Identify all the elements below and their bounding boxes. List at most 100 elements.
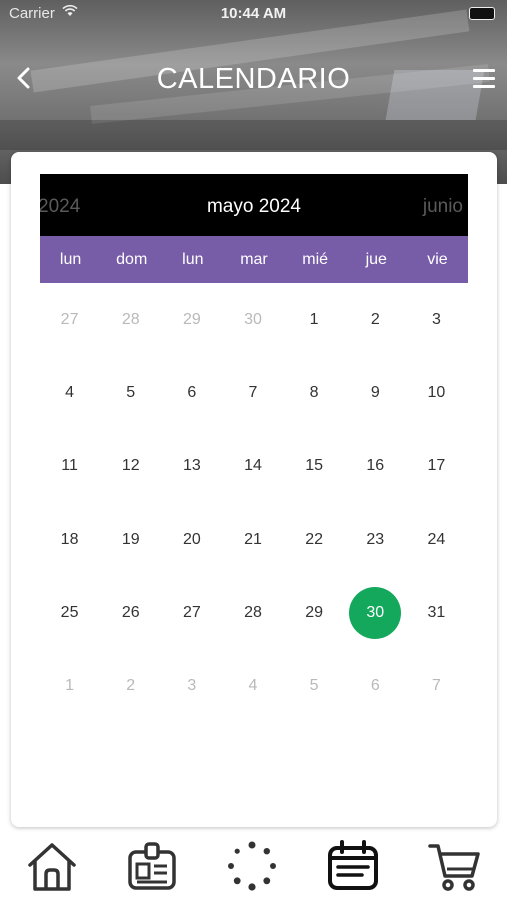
day-number: 9 bbox=[370, 383, 380, 401]
status-bar: Carrier 10:44 AM bbox=[0, 0, 507, 28]
day-cell[interactable]: 28 bbox=[100, 283, 161, 356]
day-cell[interactable]: 28 bbox=[222, 576, 283, 649]
day-cell[interactable]: 20 bbox=[161, 503, 222, 576]
calendar-week-row: 18 19 20 21 22 23 24 bbox=[39, 503, 467, 576]
day-cell[interactable]: 4 bbox=[39, 356, 100, 429]
day-cell[interactable]: 9 bbox=[345, 356, 406, 429]
weekday-label: vie bbox=[427, 251, 448, 268]
calendar-week-row: 25 26 27 28 29 30 31 bbox=[39, 576, 467, 649]
day-cell[interactable]: 29 bbox=[161, 283, 222, 356]
day-number: 7 bbox=[431, 677, 441, 695]
calendar-week-row: 27 28 29 30 1 2 3 bbox=[39, 283, 467, 356]
tab-cart[interactable] bbox=[424, 838, 484, 894]
day-number: 12 bbox=[121, 457, 140, 475]
weekday-label: jue bbox=[365, 251, 387, 268]
day-cell[interactable]: 14 bbox=[222, 430, 283, 503]
day-cell[interactable]: 8 bbox=[284, 356, 345, 429]
day-cell[interactable]: 1 bbox=[39, 649, 100, 722]
day-number: 26 bbox=[121, 603, 140, 621]
day-number: 4 bbox=[248, 677, 258, 695]
day-number: 20 bbox=[182, 530, 201, 548]
selected-day-cell[interactable]: 30 bbox=[345, 576, 406, 649]
day-number: 5 bbox=[309, 677, 319, 695]
menu-button[interactable] bbox=[473, 69, 495, 91]
day-number: 4 bbox=[65, 383, 75, 401]
day-cell[interactable]: 3 bbox=[406, 283, 467, 356]
day-cell[interactable]: 5 bbox=[100, 356, 161, 429]
day-grid: 27 28 29 30 1 2 3 4 5 6 7 8 9 10 11 12 13 14 15 16 17 18 19 20 2… bbox=[39, 283, 467, 723]
day-cell[interactable]: 2 bbox=[345, 283, 406, 356]
weekday-header: lun dom lun mar mié jue vie bbox=[40, 236, 468, 283]
battery-icon bbox=[469, 7, 495, 20]
day-number: 27 bbox=[182, 603, 201, 621]
day-cell[interactable]: 17 bbox=[406, 430, 467, 503]
tab-calendar[interactable] bbox=[323, 838, 383, 894]
day-number: 6 bbox=[370, 677, 380, 695]
day-number: 1 bbox=[65, 677, 75, 695]
day-cell[interactable]: 26 bbox=[100, 576, 161, 649]
day-cell[interactable]: 16 bbox=[345, 430, 406, 503]
day-cell[interactable]: 3 bbox=[161, 649, 222, 722]
page-title: CALENDARIO bbox=[156, 63, 351, 95]
id-card-icon bbox=[128, 842, 176, 890]
day-cell[interactable]: 31 bbox=[406, 576, 467, 649]
weekday-label: lun bbox=[59, 251, 82, 268]
day-cell[interactable]: 12 bbox=[100, 430, 161, 503]
day-cell[interactable]: 5 bbox=[284, 649, 345, 722]
day-cell[interactable]: 22 bbox=[284, 503, 345, 576]
day-cell[interactable]: 24 bbox=[406, 503, 467, 576]
day-number: 19 bbox=[121, 530, 140, 548]
next-month-button[interactable]: junio bbox=[423, 196, 463, 218]
day-cell[interactable]: 4 bbox=[222, 649, 283, 722]
day-cell[interactable]: 6 bbox=[161, 356, 222, 429]
tab-loading[interactable] bbox=[222, 838, 282, 894]
calendar-icon bbox=[328, 840, 378, 890]
day-cell[interactable]: 6 bbox=[345, 649, 406, 722]
day-cell[interactable]: 15 bbox=[284, 430, 345, 503]
day-cell[interactable]: 21 bbox=[222, 503, 283, 576]
day-number: 18 bbox=[60, 530, 79, 548]
cart-icon bbox=[428, 844, 480, 891]
day-number: 8 bbox=[309, 383, 319, 401]
day-cell[interactable]: 7 bbox=[222, 356, 283, 429]
day-number: 17 bbox=[427, 457, 446, 475]
day-number: 11 bbox=[61, 457, 78, 475]
calendar-week-row: 11 12 13 14 15 16 17 bbox=[39, 430, 467, 503]
day-number: 29 bbox=[305, 603, 324, 621]
day-cell[interactable]: 25 bbox=[39, 576, 100, 649]
day-number: 3 bbox=[431, 310, 441, 328]
weekday-label: mié bbox=[302, 251, 329, 268]
day-number: 23 bbox=[366, 530, 385, 548]
loading-dots-icon bbox=[228, 841, 276, 891]
day-number: 6 bbox=[187, 383, 197, 401]
day-cell[interactable]: 19 bbox=[100, 503, 161, 576]
day-number: 24 bbox=[427, 530, 446, 548]
day-cell[interactable]: 23 bbox=[345, 503, 406, 576]
day-number: 2 bbox=[370, 310, 380, 328]
day-number: 27 bbox=[60, 310, 79, 328]
month-header: 2024 mayo 2024 junio bbox=[40, 174, 468, 236]
tab-id-card[interactable] bbox=[122, 838, 182, 894]
day-number: 3 bbox=[187, 677, 197, 695]
day-cell[interactable]: 7 bbox=[406, 649, 467, 722]
day-number: 2 bbox=[126, 677, 136, 695]
day-cell[interactable]: 10 bbox=[406, 356, 467, 429]
day-cell[interactable]: 1 bbox=[284, 283, 345, 356]
day-cell[interactable]: 2 bbox=[100, 649, 161, 722]
day-cell[interactable]: 11 bbox=[39, 430, 100, 503]
day-cell[interactable]: 18 bbox=[39, 503, 100, 576]
day-number: 14 bbox=[244, 457, 262, 475]
weekday-label: lun bbox=[182, 251, 204, 268]
home-icon bbox=[28, 843, 76, 891]
tab-home[interactable] bbox=[22, 838, 82, 894]
day-number: 22 bbox=[305, 530, 324, 548]
day-cell[interactable]: 29 bbox=[284, 576, 345, 649]
day-cell[interactable]: 13 bbox=[161, 430, 222, 503]
day-number: 30 bbox=[366, 603, 385, 621]
weekday-label: dom bbox=[116, 251, 148, 268]
day-cell[interactable]: 30 bbox=[222, 283, 283, 356]
day-cell[interactable]: 27 bbox=[39, 283, 100, 356]
day-cell[interactable]: 27 bbox=[161, 576, 222, 649]
day-number: 28 bbox=[121, 310, 140, 328]
hamburger-menu-icon bbox=[473, 69, 495, 88]
